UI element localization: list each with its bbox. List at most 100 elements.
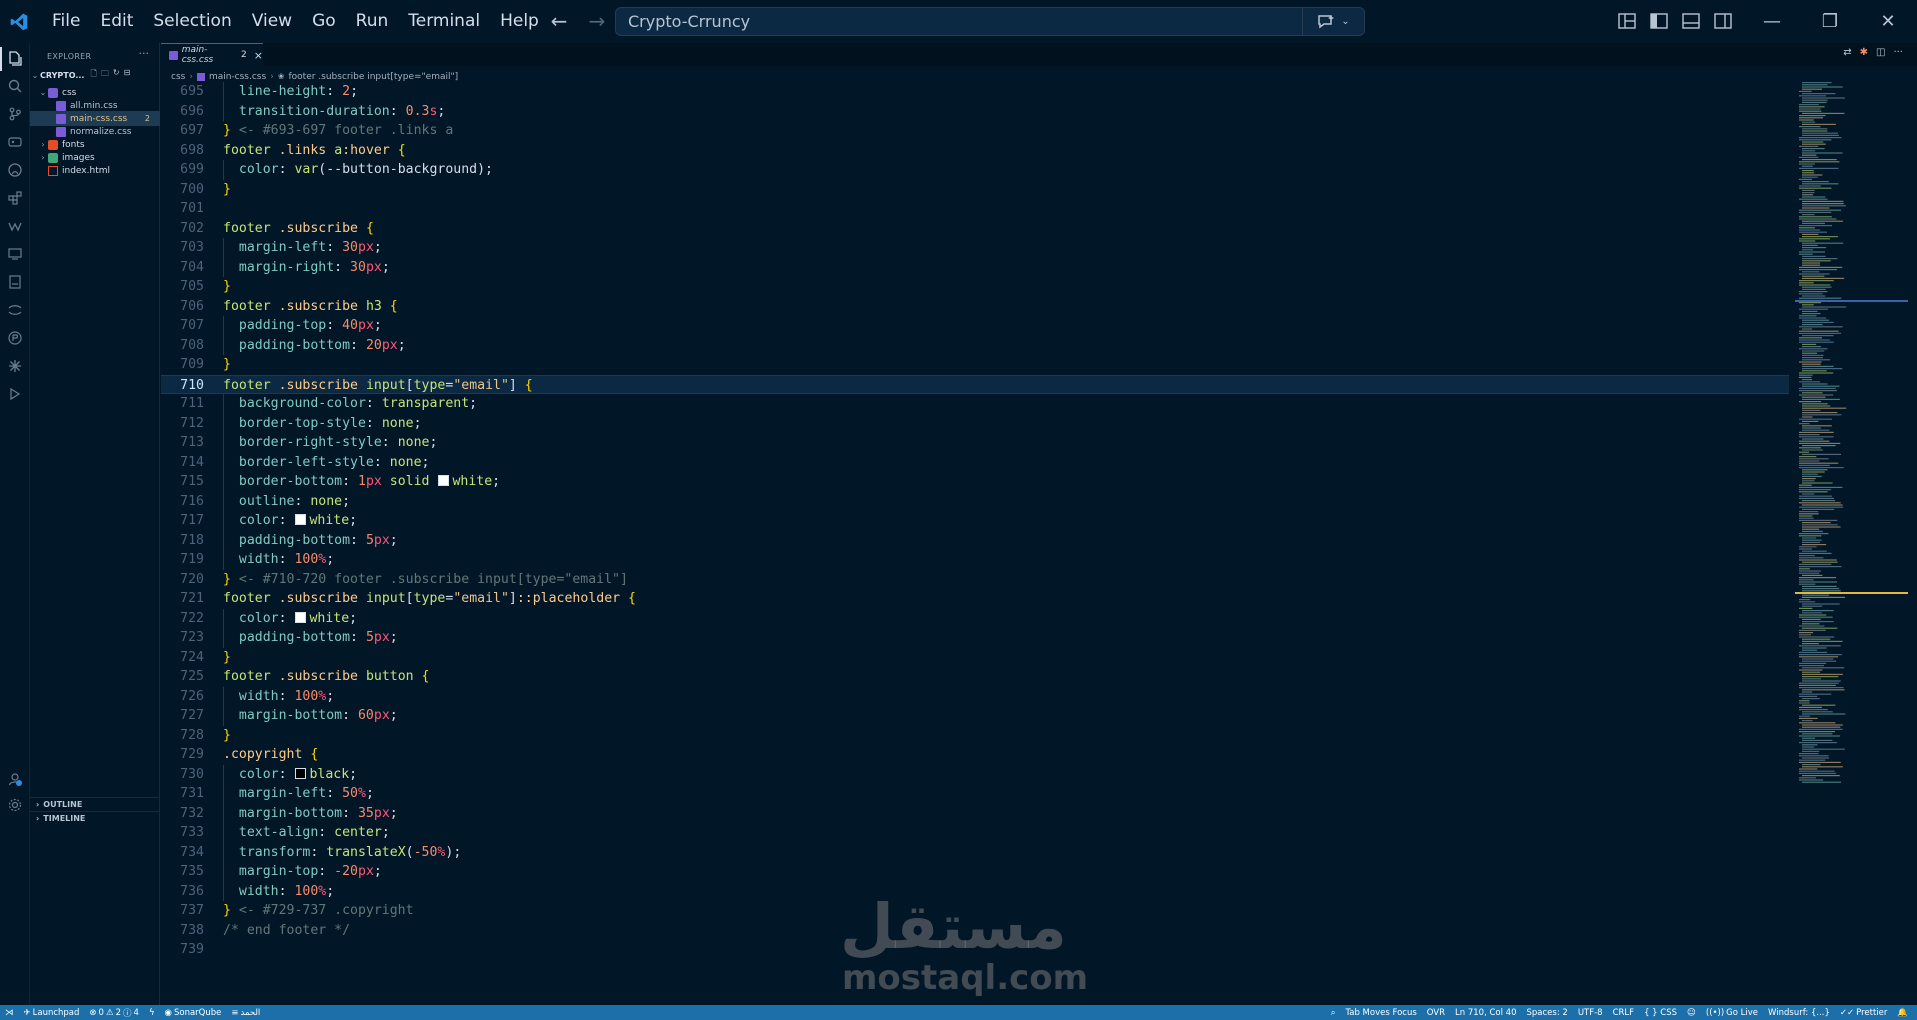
menu-run[interactable]: Run	[346, 0, 399, 43]
restore-icon[interactable]: ❐	[1801, 0, 1859, 43]
menu-help[interactable]: Help	[490, 0, 549, 43]
breadcrumb-file[interactable]: main-css.css	[209, 72, 266, 82]
toggle-secondary-sidebar-icon[interactable]	[1712, 10, 1734, 32]
command-center[interactable]: Crypto-Crruncy ⌄	[615, 7, 1365, 36]
prettier-item[interactable]: ✓✓ Prettier	[1835, 1008, 1893, 1018]
minimize-icon[interactable]: —	[1743, 0, 1801, 43]
color-swatch[interactable]	[295, 611, 307, 623]
live-share-icon[interactable]	[3, 298, 27, 322]
color-swatch[interactable]	[295, 514, 307, 525]
docker-icon[interactable]	[3, 326, 27, 350]
code-line[interactable]: 711 background-color: transparent;	[161, 394, 1789, 414]
close-tab-icon[interactable]: ×	[254, 49, 263, 62]
code-line[interactable]: 728}	[161, 726, 1789, 746]
code-editor[interactable]: 695 line-height: 2; 696 transition-durati…	[161, 82, 1789, 1000]
code-line[interactable]: 714 border-left-style: none;	[161, 452, 1789, 472]
code-line[interactable]: 727 margin-bottom: 60px;	[161, 706, 1789, 726]
menu-go[interactable]: Go	[302, 0, 346, 43]
split-editor-icon[interactable]: ◫	[1876, 47, 1885, 58]
cursor-position-item[interactable]: Ln 710, Col 40	[1450, 1008, 1521, 1018]
compare-icon[interactable]: ⇄	[1843, 47, 1851, 58]
code-line[interactable]: 725 footer .subscribe button {	[161, 667, 1789, 687]
code-line[interactable]: 730 color: black;	[161, 764, 1789, 784]
minimap[interactable]	[1795, 82, 1908, 1000]
tab-focus-item[interactable]: Tab Moves Focus	[1340, 1008, 1421, 1018]
menu-edit[interactable]: Edit	[90, 0, 143, 43]
code-line[interactable]: 712 border-top-style: none;	[161, 413, 1789, 433]
copilot-icon[interactable]: ☺	[1682, 1008, 1701, 1018]
code-line[interactable]: 700}	[161, 180, 1789, 200]
breadcrumb-folder[interactable]: css	[171, 72, 185, 82]
code-line[interactable]: 699 color: var(--button-background);	[161, 160, 1789, 180]
code-line[interactable]: 731 margin-left: 50%;	[161, 784, 1789, 804]
code-line[interactable]: 729 .copyright {	[161, 745, 1789, 765]
menu-terminal[interactable]: Terminal	[398, 0, 490, 43]
tab-main-css[interactable]: main-css.css 2 ×	[161, 43, 263, 66]
go-live-item[interactable]: ((•)) Go Live	[1701, 1008, 1763, 1018]
notifications-icon[interactable]: 🔔	[1892, 1008, 1913, 1018]
code-line[interactable]: 724}	[161, 648, 1789, 668]
workspace-folder-header[interactable]: ⌄ CRYPTO... 🗋 🗀 ↻ ⊟	[30, 67, 160, 83]
code-line[interactable]: 717 color: white;	[161, 511, 1789, 531]
code-line[interactable]: 695 line-height: 2;	[161, 82, 1789, 102]
code-line[interactable]: 709}	[161, 355, 1789, 375]
menu-file[interactable]: File	[42, 0, 90, 43]
overtype-item[interactable]: OVR	[1422, 1008, 1450, 1018]
code-line[interactable]: 722 color: white;	[161, 608, 1789, 628]
close-window-icon[interactable]: ✕	[1859, 0, 1917, 43]
refresh-icon[interactable]: ↻	[113, 68, 120, 82]
extensions-icon[interactable]	[3, 186, 27, 210]
run-extension-icon[interactable]	[3, 382, 27, 406]
code-line[interactable]: 721 footer .subscribe input[type="email"]…	[161, 589, 1789, 609]
more-editor-actions-icon[interactable]: ···	[1893, 47, 1903, 58]
timeline-section[interactable]: › TIMELINE	[30, 811, 160, 825]
code-line[interactable]: 718 padding-bottom: 5px;	[161, 530, 1789, 550]
remote-explorer-icon[interactable]	[3, 242, 27, 266]
launchpad-item[interactable]: ✈ Launchpad	[19, 1008, 85, 1018]
code-line[interactable]: 716 outline: none;	[161, 491, 1789, 511]
code-line[interactable]: 705}	[161, 277, 1789, 297]
tree-item-index-html[interactable]: index.html	[30, 163, 160, 178]
code-line[interactable]: 734 transform: translateX(-50%);	[161, 842, 1789, 862]
code-line[interactable]: 698 footer .links a:hover {	[161, 141, 1789, 161]
code-line[interactable]: 697} <- #693-697 footer .links a	[161, 121, 1789, 141]
search-icon[interactable]	[3, 74, 27, 98]
code-line[interactable]: 703 margin-left: 30px;	[161, 238, 1789, 258]
accounts-icon[interactable]	[3, 767, 27, 791]
toggle-panel-icon[interactable]	[1680, 10, 1702, 32]
code-line[interactable]: 696 transition-duration: 0.3s;	[161, 101, 1789, 121]
notebook-icon[interactable]	[3, 270, 27, 294]
windsurf-item[interactable]: Windsurf: {...}	[1763, 1008, 1835, 1018]
code-line[interactable]: 710 footer .subscribe input[type="email"]…	[161, 374, 1789, 394]
settings-gear-icon[interactable]	[3, 793, 27, 817]
menu-view[interactable]: View	[242, 0, 302, 43]
forward-arrow-icon[interactable]: →	[586, 8, 608, 34]
color-swatch[interactable]	[438, 475, 450, 486]
customize-layout-icon[interactable]	[1616, 10, 1638, 32]
codeium-action-icon[interactable]: ✱	[1860, 47, 1868, 58]
code-line[interactable]: 708 padding-bottom: 20px;	[161, 335, 1789, 355]
outline-section[interactable]: › OUTLINE	[30, 797, 160, 811]
collapse-all-icon[interactable]: ⊟	[124, 68, 131, 82]
problems-item[interactable]: ⊗ 0 ⚠ 2 ⓘ 4	[84, 1007, 144, 1019]
toggle-primary-sidebar-icon[interactable]	[1648, 10, 1670, 32]
code-line[interactable]: 704 margin-right: 30px;	[161, 257, 1789, 277]
code-line[interactable]: 706 footer .subscribe h3 {	[161, 297, 1789, 317]
arabic-status-item[interactable]: ≡ الحمد	[226, 1008, 265, 1018]
indentation-item[interactable]: Spaces: 2	[1522, 1008, 1573, 1018]
zoom-icon[interactable]: ⌕	[1326, 1008, 1341, 1018]
bolt-icon[interactable]: ϟ	[144, 1008, 160, 1018]
new-folder-icon[interactable]: 🗀	[101, 68, 109, 82]
code-line[interactable]: 713 border-right-style: none;	[161, 433, 1789, 453]
new-file-icon[interactable]: 🗋	[90, 68, 96, 82]
code-line[interactable]: 732 margin-bottom: 35px;	[161, 803, 1789, 823]
remote-indicator-icon[interactable]: ⋊	[0, 1008, 19, 1018]
code-line[interactable]: 720} <- #710-720 footer .subscribe input…	[161, 570, 1789, 590]
code-line[interactable]: 723 padding-bottom: 5px;	[161, 628, 1789, 648]
copilot-chat-button[interactable]: ⌄	[1302, 8, 1364, 35]
back-arrow-icon[interactable]: ←	[548, 8, 570, 34]
code-line[interactable]: 701	[161, 199, 1789, 219]
encoding-item[interactable]: UTF-8	[1573, 1008, 1608, 1018]
menu-selection[interactable]: Selection	[143, 0, 241, 43]
code-line[interactable]: 735 margin-top: -20px;	[161, 862, 1789, 882]
